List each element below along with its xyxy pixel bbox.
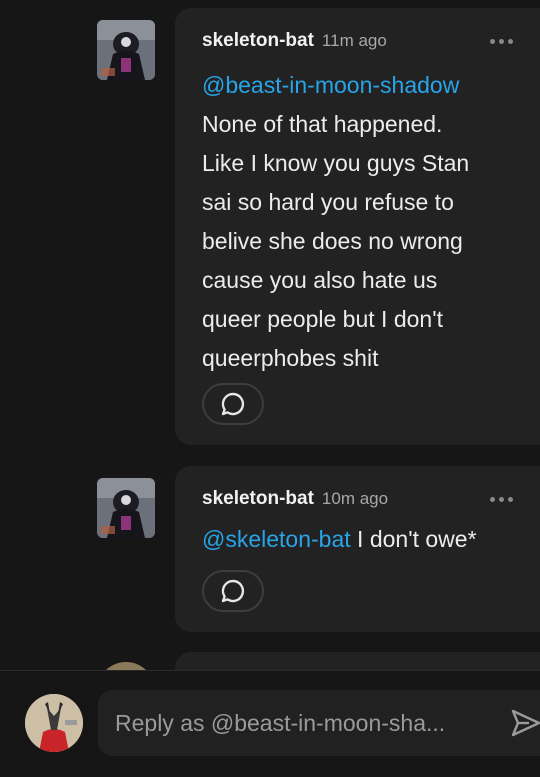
speech-bubble-icon: [221, 579, 245, 603]
comment-timestamp: 11m ago: [321, 31, 387, 50]
comment-bubble: skeleton-bat 10m ago @skeleton-bat I don'…: [175, 466, 540, 632]
comment-timestamp: 10m ago: [321, 489, 389, 508]
comment-line: sai so hard you refuse to: [202, 189, 454, 215]
comment-line: Like I know you guys Stan: [202, 150, 470, 176]
comment-line: None of that happened.: [202, 111, 443, 137]
avatar-image: [25, 694, 83, 752]
comment-body: @skeleton-bat I don't owe*: [202, 520, 477, 559]
commenter-avatar[interactable]: [97, 478, 155, 538]
comment-username[interactable]: skeleton-bat: [202, 488, 314, 509]
comment-bubble: skeleton-bat 11m ago @beast-in-moon-shado…: [175, 8, 540, 445]
more-dots-icon[interactable]: [490, 497, 513, 502]
comment-bubble: [175, 652, 540, 670]
reply-button[interactable]: [202, 570, 264, 612]
mention-link[interactable]: @beast-in-moon-shadow: [202, 66, 469, 105]
reply-placeholder: Reply as @beast-in-moon-sha...: [115, 710, 446, 736]
user-avatar[interactable]: [25, 694, 83, 752]
comment-body: @beast-in-moon-shadow None of that happe…: [202, 66, 469, 378]
comment-meta: skeleton-bat 10m ago: [202, 488, 388, 510]
commenter-avatar[interactable]: [97, 20, 155, 80]
reply-input[interactable]: Reply as @beast-in-moon-sha...: [98, 690, 540, 756]
commenter-avatar[interactable]: [97, 662, 155, 670]
reply-button[interactable]: [202, 383, 264, 425]
comment-thread: skeleton-bat 11m ago @beast-in-moon-shado…: [0, 0, 540, 670]
mention-link[interactable]: @skeleton-bat: [202, 526, 351, 552]
comment-line: belive she does no wrong: [202, 228, 463, 254]
speech-bubble-icon: [221, 392, 245, 416]
comment-line: queerphobes shit: [202, 345, 379, 371]
send-arrow-icon: [511, 709, 540, 737]
avatar-image: [97, 478, 155, 538]
reply-bar: Reply as @beast-in-moon-sha...: [0, 670, 540, 777]
send-button[interactable]: [509, 707, 540, 744]
comment-line: queer people but I don't: [202, 306, 443, 332]
avatar-image: [97, 20, 155, 80]
comment-text: I don't owe*: [350, 526, 477, 552]
comment-line: cause you also hate us: [202, 267, 438, 293]
comment-meta: skeleton-bat 11m ago: [202, 30, 387, 52]
comment-username[interactable]: skeleton-bat: [202, 30, 314, 51]
more-dots-icon[interactable]: [490, 39, 513, 44]
